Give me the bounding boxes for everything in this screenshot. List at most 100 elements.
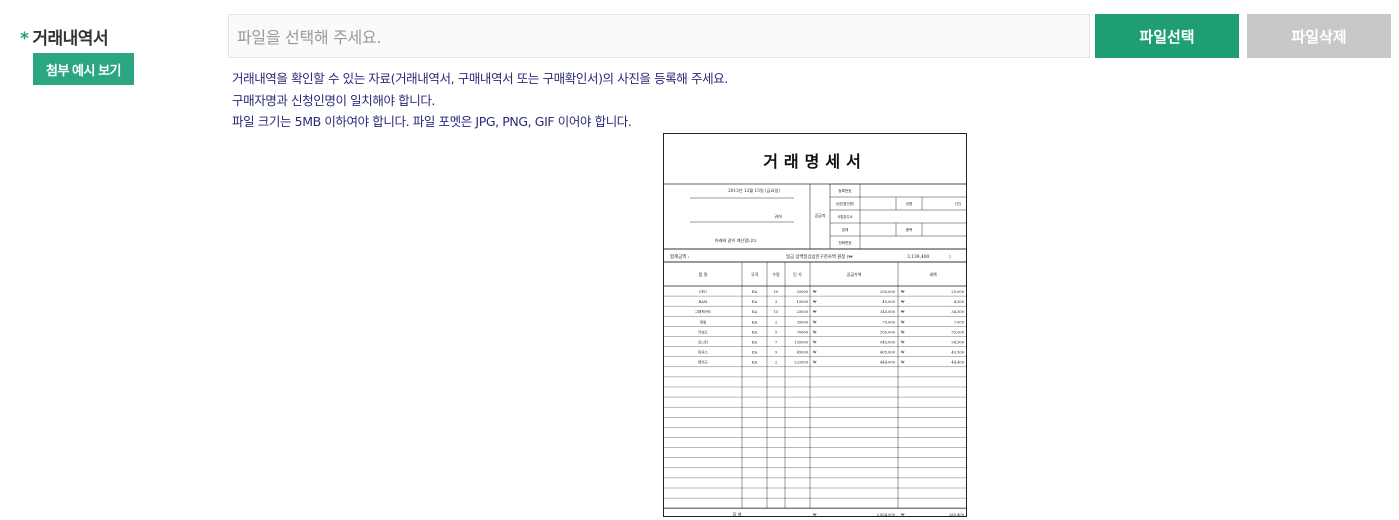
- item-spec: EA: [752, 300, 758, 304]
- supplier-field: 성명: [906, 201, 913, 206]
- item-currency: ₩: [813, 330, 817, 334]
- supplier-field: 상호(법인명): [836, 201, 855, 206]
- item-price: 15000: [797, 300, 809, 304]
- item-supply: 405,000: [880, 351, 896, 355]
- item-name: 파워: [700, 319, 707, 324]
- item-qty: 7: [775, 341, 778, 345]
- item-spec: EA: [752, 351, 758, 355]
- supplier-field: 종목: [906, 228, 913, 232]
- field-label: * 거래내역서: [20, 29, 109, 49]
- item-currency: ₩: [813, 341, 817, 345]
- item-name: RAM: [699, 300, 708, 304]
- item-price: 222000: [794, 361, 808, 365]
- item-tax: 34,500: [951, 310, 964, 314]
- item-supply: 45,000: [882, 300, 895, 304]
- supplier-label: 공급자: [814, 212, 825, 218]
- item-header: 공급가액: [847, 271, 862, 277]
- item-currency: ₩: [813, 351, 817, 355]
- total-text: 일금 삼백일십삼만구천사백 원정 (₩: [786, 253, 853, 260]
- item-header: 단 가: [793, 271, 802, 277]
- supplier-field: (인): [955, 201, 962, 206]
- item-name: 그래픽카드: [695, 309, 712, 314]
- item-currency: ₩: [813, 310, 817, 314]
- item-tax: 35,000: [951, 330, 964, 334]
- required-mark: *: [20, 29, 29, 49]
- item-supply: 350,000: [880, 330, 896, 334]
- item-qty: 2: [775, 361, 777, 365]
- item-supply: 70,000: [882, 320, 895, 324]
- item-qty: 15: [774, 310, 779, 314]
- footer-currency: ₩: [813, 513, 817, 517]
- footer-supply: 2,854,000: [877, 513, 896, 517]
- item-currency: ₩: [901, 351, 905, 355]
- item-supply: 345,000: [880, 310, 896, 314]
- item-spec: EA: [752, 330, 758, 334]
- item-spec: EA: [752, 361, 758, 365]
- footer-tax: 285,400: [949, 513, 965, 517]
- supplier-field: 등록번호: [838, 188, 852, 193]
- item-tax: 40,500: [951, 351, 964, 355]
- item-header: 품 명: [699, 271, 708, 277]
- document-notice: 아래와 같이 계산합니다.: [715, 237, 758, 244]
- item-qty: 9: [775, 351, 778, 355]
- item-price: 45000: [797, 351, 809, 355]
- help-text: 거래내역을 확인할 수 있는 자료(거래내역서, 구매내역서 또는 구매확인서)…: [232, 68, 728, 133]
- item-header: 규격: [751, 271, 759, 277]
- item-qty: 10: [774, 290, 779, 294]
- total-label: 합계금액 :: [670, 253, 690, 260]
- item-currency: ₩: [813, 290, 817, 294]
- item-name: 키보드: [698, 329, 709, 334]
- item-price: 25000: [797, 290, 809, 294]
- item-tax: 7,000: [954, 320, 965, 324]
- supplier-field: 업태: [842, 227, 849, 232]
- item-currency: ₩: [901, 330, 905, 334]
- supplier-field: 사업장주소: [837, 214, 853, 219]
- item-currency: ₩: [813, 361, 817, 365]
- help-line: 파일 크기는 5MB 이하여야 합니다. 파일 포멧은 JPG, PNG, GI…: [232, 114, 632, 129]
- item-currency: ₩: [901, 300, 905, 304]
- file-delete-button[interactable]: 파일삭제: [1247, 14, 1391, 58]
- field-label-wrap: * 거래내역서: [20, 24, 109, 49]
- item-spec: EA: [752, 320, 758, 324]
- recipient-suffix: 귀하: [774, 213, 782, 220]
- item-currency: ₩: [901, 341, 905, 345]
- help-line: 거래내역을 확인할 수 있는 자료(거래내역서, 구매내역서 또는 구매확인서)…: [232, 71, 728, 86]
- footer-currency: ₩: [901, 513, 905, 517]
- document-date: 2013년 12월 13일 (금요일): [728, 187, 780, 194]
- item-price: 70000: [797, 330, 809, 334]
- item-qty: 3: [775, 300, 778, 304]
- item-header: 수량: [772, 271, 780, 277]
- item-currency: ₩: [901, 290, 905, 294]
- item-currency: ₩: [901, 361, 905, 365]
- item-currency: ₩: [901, 320, 905, 324]
- supplier-field: 전화번호: [838, 240, 852, 245]
- item-header: 세액: [929, 271, 937, 277]
- document-table: 2013년 12월 13일 (금요일) 귀하아래와 같이 계산합니다. 공급자 등록번…: [664, 183, 966, 517]
- example-view-button[interactable]: 첨부 예시 보기: [33, 53, 134, 85]
- item-supply: 444,000: [880, 361, 896, 365]
- item-price: 23000: [797, 310, 809, 314]
- item-spec: EA: [752, 310, 758, 314]
- file-select-button[interactable]: 파일선택: [1095, 14, 1239, 58]
- item-name: 랜카드: [698, 360, 709, 365]
- item-currency: ₩: [813, 320, 817, 324]
- item-tax: 25,000: [951, 290, 964, 294]
- file-path-input[interactable]: 파일을 선택해 주세요.: [228, 14, 1090, 58]
- item-name: 모니터: [698, 340, 708, 345]
- help-line: 구매자명과 신청인명이 일치해야 합니다.: [232, 92, 435, 108]
- item-spec: EA: [752, 290, 758, 294]
- item-qty: 2: [775, 320, 777, 324]
- total-amount: 3,139,400: [907, 255, 930, 260]
- item-qty: 5: [775, 330, 778, 334]
- item-tax: 4,500: [954, 300, 965, 304]
- item-supply: 250,000: [880, 290, 896, 294]
- field-label-text: 거래내역서: [32, 29, 109, 49]
- item-name: 마우스: [698, 350, 709, 355]
- item-name: CPU: [699, 290, 707, 294]
- total-close: ): [949, 255, 951, 260]
- item-tax: 44,400: [951, 361, 964, 365]
- item-price: 135000: [794, 341, 808, 345]
- item-spec: EA: [752, 341, 758, 345]
- footer-label: 합 계: [733, 511, 742, 517]
- item-currency: ₩: [901, 310, 905, 314]
